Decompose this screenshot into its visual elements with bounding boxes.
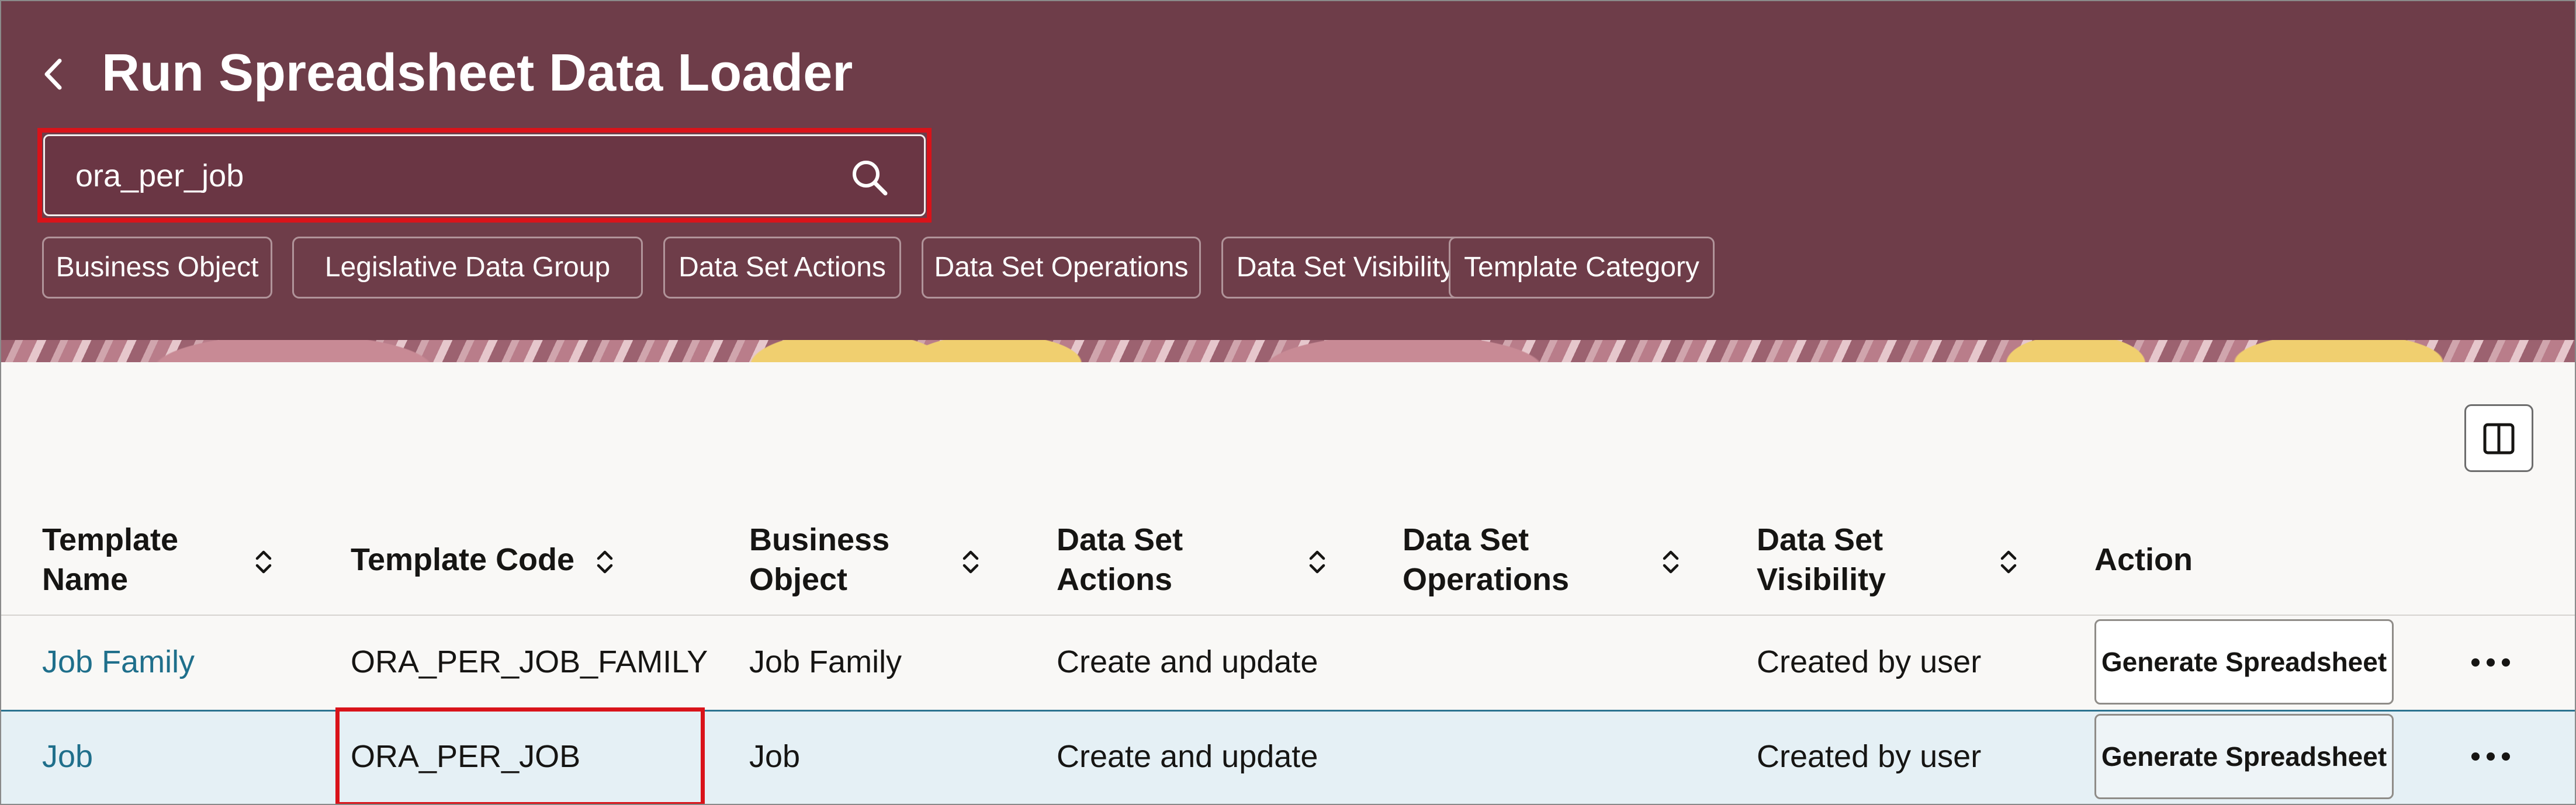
column-header-business-object[interactable]: Business Object bbox=[749, 520, 889, 599]
column-header-line: Template Code bbox=[351, 542, 575, 577]
filter-chip-data-set-operations[interactable]: Data Set Operations bbox=[922, 237, 1201, 299]
header-decorative-band bbox=[1, 340, 2575, 362]
column-header-line: Actions bbox=[1057, 562, 1173, 597]
split-view-icon bbox=[2483, 423, 2515, 454]
column-header-line: Action bbox=[2094, 542, 2193, 577]
column-header-data-set-operations[interactable]: Data Set Operations bbox=[1403, 520, 1569, 599]
column-header-line: Data Set bbox=[1403, 522, 1529, 557]
column-header-template-name[interactable]: Template Name bbox=[42, 520, 178, 599]
more-options-icon[interactable] bbox=[2467, 651, 2514, 674]
column-header-line: Business bbox=[749, 522, 890, 557]
sort-icon[interactable] bbox=[1661, 548, 1681, 576]
template-name-link[interactable]: Job bbox=[42, 737, 93, 776]
business-object-cell: Job Family bbox=[749, 644, 902, 679]
filter-chip-data-set-actions[interactable]: Data Set Actions bbox=[663, 237, 901, 299]
filter-chip-data-set-visibility[interactable]: Data Set Visibility bbox=[1221, 237, 1469, 299]
data-set-actions-cell: Create and update bbox=[1057, 644, 1318, 679]
template-code-highlight-box bbox=[335, 707, 705, 804]
column-header-line: Visibility bbox=[1757, 562, 1886, 597]
data-set-visibility-cell: Created by user bbox=[1757, 644, 1982, 679]
sort-icon[interactable] bbox=[1307, 548, 1327, 576]
column-header-line: Object bbox=[749, 562, 848, 597]
column-header-line: Name bbox=[42, 562, 129, 597]
column-header-action: Action bbox=[2094, 540, 2193, 580]
data-set-actions-cell: Create and update bbox=[1057, 739, 1318, 774]
template-code-cell: ORA_PER_JOB_FAMILY bbox=[351, 644, 708, 679]
chevron-left-icon[interactable] bbox=[37, 54, 72, 95]
generate-spreadsheet-button[interactable]: Generate Spreadsheet bbox=[2094, 619, 2394, 705]
filter-chip-business-object[interactable]: Business Object bbox=[42, 237, 272, 299]
sort-icon[interactable] bbox=[1999, 548, 2018, 576]
search-highlight-box bbox=[37, 128, 932, 223]
page-header: Run Spreadsheet Data Loader ora_per_job … bbox=[1, 1, 2575, 340]
page-title: Run Spreadsheet Data Loader bbox=[102, 44, 853, 102]
filter-chip-template-category[interactable]: Template Category bbox=[1449, 237, 1715, 299]
sort-icon[interactable] bbox=[961, 548, 981, 576]
column-header-line: Operations bbox=[1403, 562, 1570, 597]
template-name-link[interactable]: Job Family bbox=[42, 643, 195, 681]
column-header-data-set-actions[interactable]: Data Set Actions bbox=[1057, 520, 1183, 599]
column-header-line: Data Set bbox=[1057, 522, 1183, 557]
column-header-line: Data Set bbox=[1757, 522, 1883, 557]
filter-chip-legislative-data-group[interactable]: Legislative Data Group bbox=[292, 237, 643, 299]
more-options-icon[interactable] bbox=[2467, 745, 2514, 768]
page-frame: Run Spreadsheet Data Loader ora_per_job … bbox=[0, 0, 2576, 805]
business-object-cell: Job bbox=[749, 739, 801, 774]
sort-icon[interactable] bbox=[254, 548, 273, 576]
sort-icon[interactable] bbox=[595, 548, 615, 576]
table-divider bbox=[1, 615, 2575, 616]
column-header-template-code[interactable]: Template Code bbox=[351, 540, 574, 580]
generate-spreadsheet-button[interactable]: Generate Spreadsheet bbox=[2094, 714, 2394, 799]
data-set-visibility-cell: Created by user bbox=[1757, 739, 1982, 774]
column-header-data-set-visibility[interactable]: Data Set Visibility bbox=[1757, 520, 1886, 599]
split-view-button[interactable] bbox=[2464, 404, 2533, 472]
column-header-line: Template bbox=[42, 522, 179, 557]
